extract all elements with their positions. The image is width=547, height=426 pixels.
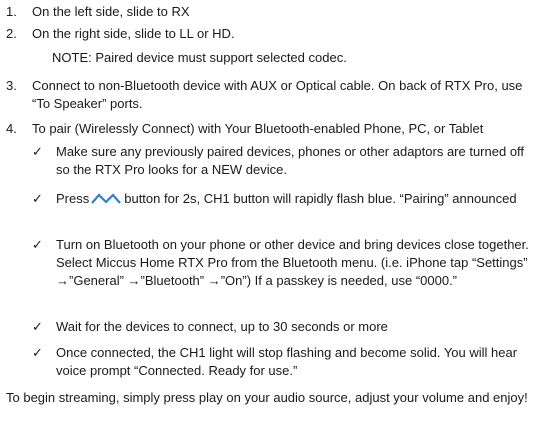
instructions-document: 1. On the left side, slide to RX 2. On t… <box>0 0 547 426</box>
closing-paragraph: To begin streaming, simply press play on… <box>6 390 528 405</box>
step-text: Connect to non-Bluetooth device with AUX… <box>32 78 523 111</box>
check-text: Wait for the devices to connect, up to 3… <box>56 319 388 334</box>
step-4: 4. To pair (Wirelessly Connect) with You… <box>6 120 543 138</box>
pairing-wave-icon <box>91 193 122 204</box>
check-mark-icon: ✓ <box>32 144 43 159</box>
step-number: 4. <box>6 121 17 136</box>
check-item: ✓ Turn on Bluetooth on your phone or oth… <box>32 236 541 290</box>
check-mark-icon: ✓ <box>32 345 43 360</box>
check-text: Turn on Bluetooth on your phone or other… <box>56 237 529 288</box>
check-item: ✓ Wait for the devices to connect, up to… <box>32 318 541 336</box>
step-3: 3. Connect to non-Bluetooth device with … <box>6 77 543 113</box>
step-2: 2. On the right side, slide to LL or HD. <box>6 25 543 43</box>
step-number: 2. <box>6 26 17 41</box>
check-item: ✓ Press button for 2s, CH1 button will ra… <box>32 190 541 208</box>
check-text: Make sure any previously paired devices,… <box>56 144 525 177</box>
step-1: 1. On the left side, slide to RX <box>6 3 543 21</box>
note-text: NOTE: Paired device must support selecte… <box>52 50 347 65</box>
check-text-after: button for 2s, CH1 button will rapidly f… <box>124 191 517 206</box>
step-number: 1. <box>6 4 17 19</box>
step-text: To pair (Wirelessly Connect) with Your B… <box>32 121 484 136</box>
check-text: Press button for 2s, CH1 button will rapi… <box>56 190 541 208</box>
step-text: On the left side, slide to RX <box>32 4 190 19</box>
step-text: On the right side, slide to LL or HD. <box>32 26 235 41</box>
check-mark-icon: ✓ <box>32 191 43 206</box>
check-item: ✓ Once connected, the CH1 light will sto… <box>32 344 541 380</box>
check-mark-icon: ✓ <box>32 319 43 334</box>
check-text-before: Press <box>56 191 90 206</box>
step-number: 3. <box>6 78 17 93</box>
check-mark-icon: ✓ <box>32 237 43 252</box>
check-item: ✓ Make sure any previously paired device… <box>32 143 541 179</box>
check-text: Once connected, the CH1 light will stop … <box>56 345 518 378</box>
